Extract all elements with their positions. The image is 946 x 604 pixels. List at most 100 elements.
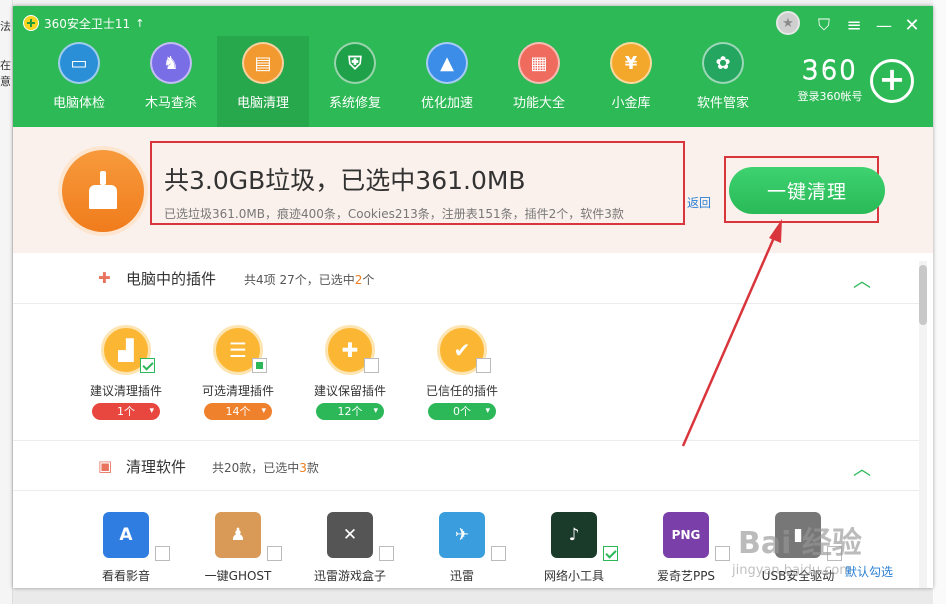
app-title: 360安全卫士11 bbox=[44, 16, 131, 31]
nav-label: 优化加速 bbox=[420, 96, 473, 111]
nav-item-cleanup[interactable]: ▤ 电脑清理 bbox=[217, 36, 309, 127]
software-checkbox[interactable] bbox=[491, 546, 506, 561]
plugin-label: 已信任的插件 bbox=[425, 384, 498, 398]
plugin-count-dropdown[interactable]: 12个 bbox=[316, 403, 384, 420]
user-icon: ♟ bbox=[215, 512, 282, 561]
skin-icon[interactable]: ⛉ bbox=[813, 14, 835, 36]
app-title-bar: 360安全卫士11 ↑ bbox=[23, 14, 144, 32]
puzzle-icon: ✚ bbox=[325, 325, 379, 375]
one-click-clean-button[interactable]: 一键清理 bbox=[729, 167, 885, 214]
software-label: 网络小工具 bbox=[543, 569, 604, 583]
monitor-icon: ▭ bbox=[58, 42, 100, 84]
game-box-icon: ✕ bbox=[327, 512, 394, 561]
puzzle-icon: ✚ bbox=[98, 269, 111, 287]
software-item[interactable]: A 看看影音 bbox=[86, 512, 170, 588]
summary-detail: 已选垃圾361.0MB，痕迹400条，Cookies213条，注册表151条，插… bbox=[164, 207, 624, 221]
software-label: 爱奇艺PPS bbox=[656, 569, 716, 583]
plugin-checkbox[interactable] bbox=[476, 358, 491, 373]
plugin-group-trusted[interactable]: ✔ 已信任的插件 0个 bbox=[407, 325, 517, 420]
plugin-label: 可选清理插件 bbox=[201, 384, 274, 398]
trusted-badge-icon: ✔ bbox=[437, 325, 491, 375]
shield-icon: ⛨ bbox=[334, 42, 376, 84]
nav-item-speedup[interactable]: ▲ 优化加速 bbox=[401, 36, 493, 127]
medal-icon[interactable]: ★ bbox=[776, 11, 800, 35]
horse-icon: ♞ bbox=[150, 42, 192, 84]
plugin-group-optional-clean[interactable]: ☰ 可选清理插件 14个 bbox=[183, 325, 293, 420]
plugin-group-suggested-clean[interactable]: ▟ 建议清理插件 1个 bbox=[71, 325, 181, 420]
nav-label: 软件管家 bbox=[696, 96, 749, 111]
software-label: 一键GHOST bbox=[204, 569, 272, 583]
plugin-group-suggested-keep[interactable]: ✚ 建议保留插件 12个 bbox=[295, 325, 405, 420]
back-link[interactable]: 返回 bbox=[687, 194, 711, 211]
nav-label: 系统修复 bbox=[328, 96, 381, 111]
section-header-software[interactable]: ▣ 清理软件 共20款，已选中3款 ︿ bbox=[13, 440, 919, 491]
music-note-icon: ♪ bbox=[551, 512, 618, 561]
nav-item-system-repair[interactable]: ⛨ 系统修复 bbox=[309, 36, 401, 127]
background-desktop-right bbox=[933, 0, 946, 604]
software-checkbox[interactable] bbox=[155, 546, 170, 561]
minimize-icon[interactable]: — bbox=[873, 14, 895, 36]
software-checkbox[interactable] bbox=[267, 546, 282, 561]
plugin-count-dropdown[interactable]: 0个 bbox=[428, 403, 496, 420]
nav-label: 木马查杀 bbox=[144, 96, 197, 111]
grid-icon: ▦ bbox=[518, 42, 560, 84]
collapse-icon[interactable]: ︿ bbox=[853, 455, 875, 480]
app-logo-icon bbox=[23, 15, 39, 31]
update-arrow-icon[interactable]: ↑ bbox=[135, 17, 144, 30]
nav-item-trojan-scan[interactable]: ♞ 木马查杀 bbox=[125, 36, 217, 127]
brand-block: 360 登录360帐号 bbox=[785, 55, 875, 104]
plugin-checkbox[interactable] bbox=[140, 358, 155, 373]
nav-item-software-manager[interactable]: ✿ 软件管家 bbox=[677, 36, 769, 127]
background-text: 在意 bbox=[0, 59, 11, 88]
summary-annotation-box: 共3.0GB垃圾，已选中361.0MB 已选垃圾361.0MB，痕迹400条，C… bbox=[150, 141, 685, 225]
nav-item-vault[interactable]: ¥ 小金库 bbox=[585, 36, 677, 127]
nav-item-checkup[interactable]: ▭ 电脑体检 bbox=[33, 36, 125, 127]
plugin-count-dropdown[interactable]: 1个 bbox=[92, 403, 160, 420]
default-select-link[interactable]: 默认勾选 bbox=[845, 563, 893, 580]
flower-icon: ✿ bbox=[702, 42, 744, 84]
login-link[interactable]: 登录360帐号 bbox=[785, 88, 875, 104]
nav-label: 功能大全 bbox=[512, 96, 565, 111]
menu-icon[interactable]: ≡ bbox=[843, 14, 865, 36]
plugin-checkbox[interactable] bbox=[252, 358, 267, 373]
png-file-icon: PNG bbox=[663, 512, 730, 561]
app-store-icon: A bbox=[103, 512, 170, 561]
scrollbar-thumb[interactable] bbox=[919, 265, 927, 325]
software-item[interactable]: ♟ 一键GHOST bbox=[198, 512, 282, 588]
software-checkbox[interactable] bbox=[379, 546, 394, 561]
nav-item-features[interactable]: ▦ 功能大全 bbox=[493, 36, 585, 127]
section-info: 共20款，已选中3款 bbox=[212, 461, 319, 475]
software-item[interactable]: ✕ 迅雷游戏盒子 bbox=[310, 512, 394, 588]
software-item[interactable]: ✈ 迅雷 bbox=[422, 512, 506, 588]
watermark: Bai 经验 bbox=[738, 526, 862, 561]
nav-label: 电脑体检 bbox=[52, 96, 105, 111]
rocket-icon: ▲ bbox=[426, 42, 468, 84]
software-item[interactable]: ♪ 网络小工具 bbox=[534, 512, 618, 588]
plugin-count-dropdown[interactable]: 14个 bbox=[204, 403, 272, 420]
section-header-plugins[interactable]: ✚ 电脑中的插件 共4项 27个，已选中2个 ︿ bbox=[13, 253, 919, 304]
collapse-icon[interactable]: ︿ bbox=[853, 267, 875, 292]
software-checkbox[interactable] bbox=[715, 546, 730, 561]
broom-icon bbox=[89, 171, 117, 211]
list-icon: ☰ bbox=[213, 325, 267, 375]
gift-icon: ▣ bbox=[98, 457, 113, 475]
software-checkbox[interactable] bbox=[603, 546, 618, 561]
plugin-checkbox[interactable] bbox=[364, 358, 379, 373]
background-text: 法 bbox=[0, 20, 11, 33]
plugin-label: 建议清理插件 bbox=[89, 384, 162, 398]
background-desktop-left: 法 在意 bbox=[0, 0, 13, 604]
nav-label: 小金库 bbox=[611, 96, 651, 111]
summary-title: 共3.0GB垃圾，已选中361.0MB bbox=[164, 166, 526, 195]
brand-logo: 360 bbox=[801, 55, 858, 86]
software-label: 迅雷 bbox=[449, 569, 474, 583]
section-title: 清理软件 bbox=[126, 458, 187, 476]
nav-label: 电脑清理 bbox=[236, 96, 289, 111]
money-bag-icon: ¥ bbox=[610, 42, 652, 84]
section-info: 共4项 27个，已选中2个 bbox=[244, 273, 375, 287]
main-nav: ▭ 电脑体检 ♞ 木马查杀 ▤ 电脑清理 ⛨ 系统修复 ▲ 优化加速 ▦ 功能大… bbox=[33, 36, 769, 127]
close-icon[interactable]: ✕ bbox=[901, 14, 923, 36]
broom-icon: ▤ bbox=[242, 42, 284, 84]
software-item[interactable]: PNG 爱奇艺PPS bbox=[646, 512, 730, 588]
plus-icon[interactable]: + bbox=[870, 59, 914, 103]
background-desktop-bottom bbox=[13, 588, 933, 604]
